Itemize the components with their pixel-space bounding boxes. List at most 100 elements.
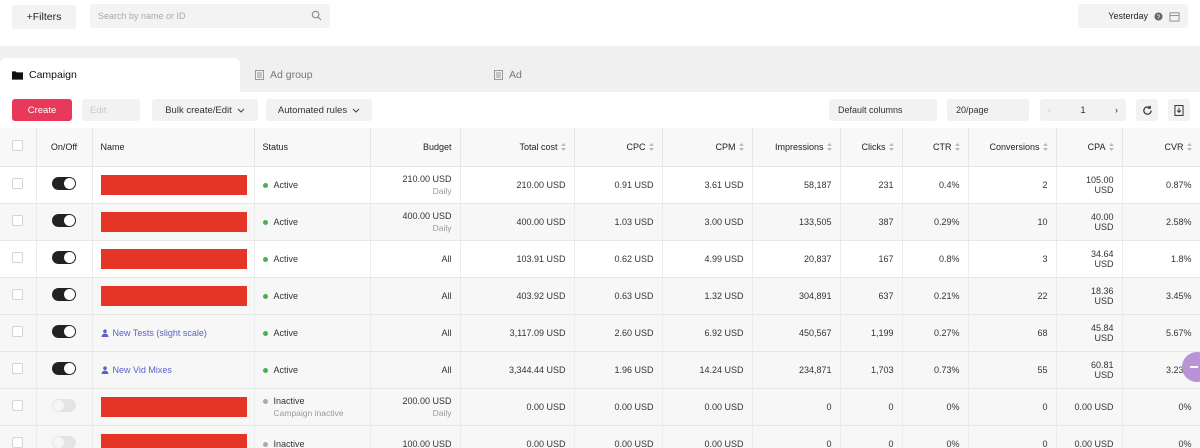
table-row[interactable]: Active 210.00 USD Daily 210.00 USD 0.91 U… (0, 166, 1200, 204)
table-row[interactable]: Active 400.00 USD Daily 400.00 USD 1.03 U… (0, 203, 1200, 241)
toggle-icon[interactable] (52, 214, 76, 227)
download-button[interactable] (1168, 99, 1190, 121)
header-divider (0, 46, 1200, 58)
toggle-icon[interactable] (52, 362, 76, 375)
toggle-icon[interactable] (52, 399, 76, 412)
redacted-name[interactable] (100, 174, 247, 195)
header-status: Status (254, 128, 371, 167)
tab-ad-group[interactable]: Ad group (243, 58, 483, 92)
create-button[interactable]: Create (12, 99, 72, 121)
toggle-cell (36, 203, 93, 241)
row-checkbox[interactable] (12, 326, 24, 337)
table-row[interactable]: Active All 103.91 USD 0.62 USD 4.99 USD … (0, 240, 1200, 278)
tab-label: Campaign (29, 69, 77, 81)
sort-icon[interactable] (1186, 143, 1192, 152)
cpm-cell: 4.99 USD (662, 240, 753, 278)
header-conversions[interactable]: Conversions (968, 128, 1057, 167)
table-row[interactable]: New Vid Mixes Active All 3,344.44 USD 1.… (0, 351, 1200, 389)
automated-rules-button[interactable]: Automated rules (266, 99, 372, 121)
redacted-name[interactable] (100, 396, 247, 417)
page-number[interactable]: 1 (1080, 105, 1085, 116)
cpm-cell: 3.00 USD (662, 203, 753, 241)
edit-button[interactable]: Edit (82, 99, 140, 121)
table-row[interactable]: Active All 403.92 USD 0.63 USD 1.32 USD … (0, 277, 1200, 315)
row-checkbox[interactable] (12, 289, 24, 300)
header-label: CVR (1164, 141, 1184, 152)
toggle-icon[interactable] (52, 436, 76, 448)
select-all-checkbox[interactable] (12, 140, 24, 152)
status-cell: Active (254, 314, 371, 352)
header-total-cost[interactable]: Total cost (460, 128, 575, 167)
table-row[interactable]: Inactive 100.00 USD 0.00 USD 0.00 USD 0.… (0, 425, 1200, 448)
redacted-name[interactable] (100, 211, 247, 232)
search-box[interactable] (90, 4, 330, 28)
calendar-icon[interactable] (1169, 11, 1180, 22)
sort-icon[interactable] (826, 143, 832, 152)
help-icon[interactable]: ? (1154, 11, 1163, 21)
sort-icon[interactable] (648, 143, 654, 152)
date-range-picker[interactable]: Yesterday ? (1078, 4, 1188, 28)
status-text: Inactive (273, 438, 305, 448)
filters-button[interactable]: +Filters (12, 5, 76, 29)
search-icon[interactable] (311, 10, 322, 21)
chevron-down-icon (352, 108, 360, 113)
refresh-button[interactable] (1136, 99, 1158, 121)
header-cpc[interactable]: CPC (574, 128, 663, 167)
document-icon (494, 70, 503, 80)
campaign-name-link[interactable]: New Tests (slight scale) (101, 328, 207, 338)
redacted-name[interactable] (100, 433, 247, 448)
document-icon (255, 70, 264, 80)
prev-page-icon[interactable]: ‹ (1048, 105, 1051, 116)
status-cell: Active (254, 240, 371, 278)
sort-icon[interactable] (1042, 143, 1048, 152)
row-checkbox[interactable] (12, 363, 24, 374)
table-row[interactable]: Inactive Campaign inactive 200.00 USD Dail… (0, 388, 1200, 426)
header-cvr[interactable]: CVR (1122, 128, 1200, 167)
table-row[interactable]: New Tests (slight scale) Active All 3,11… (0, 314, 1200, 352)
campaign-name-link[interactable]: New Vid Mixes (101, 365, 172, 375)
header-impressions[interactable]: Impressions (752, 128, 841, 167)
tab-ad[interactable]: Ad (482, 58, 722, 92)
sort-icon[interactable] (738, 143, 744, 152)
status-dot-icon (262, 256, 268, 262)
name-cell: New Vid Mixes (92, 351, 255, 389)
toggle-icon[interactable] (52, 177, 76, 190)
toggle-icon[interactable] (52, 288, 76, 301)
columns-select[interactable]: Default columns (829, 99, 937, 121)
cpc-cell: 1.96 USD (574, 351, 663, 389)
next-page-icon[interactable]: › (1115, 105, 1118, 116)
header-cpm[interactable]: CPM (662, 128, 753, 167)
header-ctr[interactable]: CTR (902, 128, 969, 167)
header-label: Total cost (519, 141, 558, 152)
sort-icon[interactable] (560, 143, 566, 152)
row-checkbox[interactable] (12, 178, 24, 189)
status-dot-icon (262, 441, 268, 447)
sort-icon[interactable] (888, 143, 894, 152)
search-input[interactable] (98, 11, 298, 21)
header-clicks[interactable]: Clicks (840, 128, 903, 167)
campaign-table: On/Off Name Status Budget Total cost CPC… (0, 128, 1200, 448)
row-checkbox[interactable] (12, 437, 24, 448)
tab-campaign[interactable]: Campaign (0, 58, 240, 92)
budget-cell: 100.00 USD (370, 425, 461, 448)
row-checkbox[interactable] (12, 215, 24, 226)
select-cell (0, 203, 37, 241)
redacted-name[interactable] (100, 285, 247, 306)
row-checkbox[interactable] (12, 400, 24, 411)
row-checkbox[interactable] (12, 252, 24, 263)
folder-icon (12, 71, 23, 80)
total-cost-cell: 0.00 USD (460, 425, 575, 448)
budget-cell: All (370, 314, 461, 352)
budget-cell: All (370, 240, 461, 278)
page-size-select[interactable]: 20/page (947, 99, 1029, 121)
bulk-edit-label: Bulk create/Edit (165, 104, 232, 116)
ctr-cell: 0.73% (902, 351, 969, 389)
header-cpa[interactable]: CPA (1056, 128, 1123, 167)
bulk-edit-button[interactable]: Bulk create/Edit (152, 99, 258, 121)
toggle-icon[interactable] (52, 325, 76, 338)
budget-value: All (441, 253, 452, 264)
toggle-icon[interactable] (52, 251, 76, 264)
sort-icon[interactable] (954, 143, 960, 152)
sort-icon[interactable] (1108, 143, 1114, 152)
redacted-name[interactable] (100, 248, 247, 269)
